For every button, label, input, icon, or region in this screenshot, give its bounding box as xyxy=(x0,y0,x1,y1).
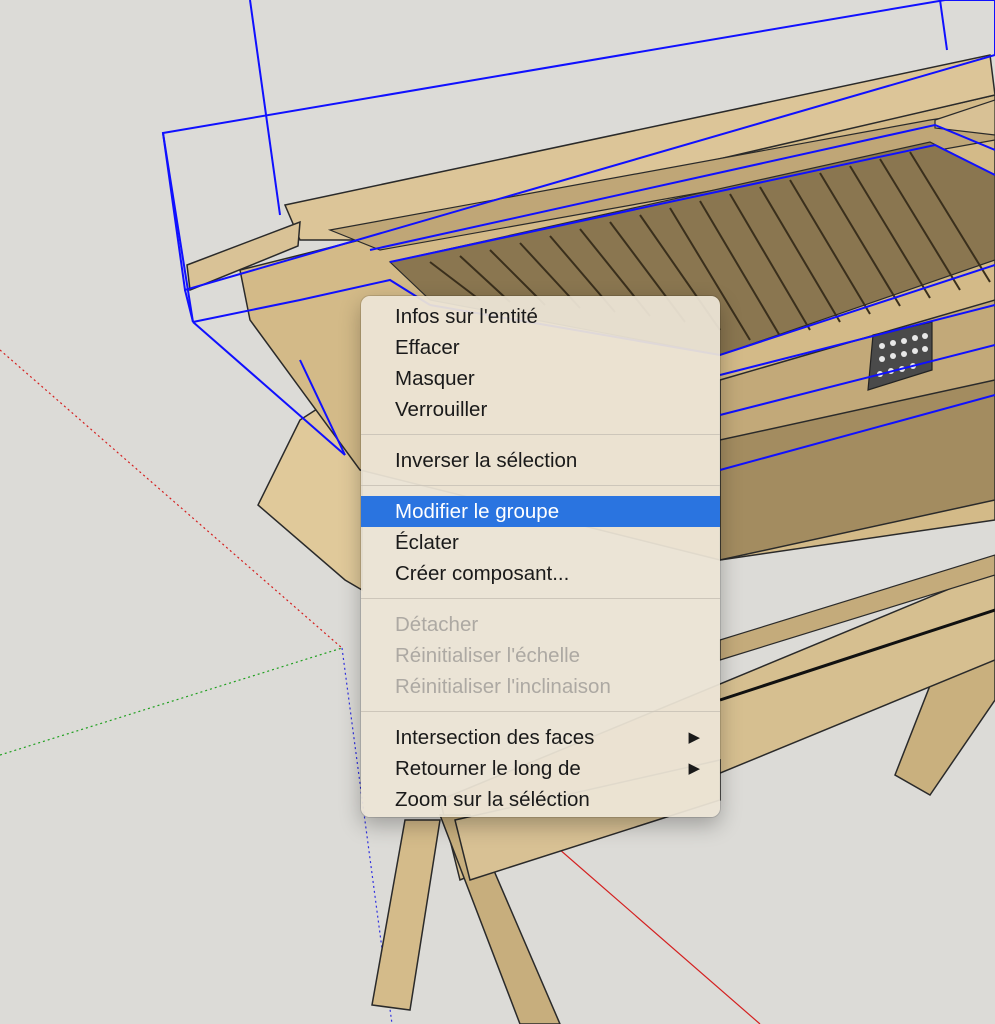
menu-separator xyxy=(361,485,720,486)
menu-item-retourner-le-long-de[interactable]: Retourner le long de ▶ xyxy=(361,753,720,784)
menu-item-label: Verrouiller xyxy=(395,398,488,421)
menu-item-label: Intersection des faces xyxy=(395,726,595,749)
submenu-arrow-icon: ▶ xyxy=(688,760,700,777)
menu-item-reinitialiser-l-echelle: Réinitialiser l'échelle xyxy=(361,640,720,671)
menu-item-label: Effacer xyxy=(395,336,460,359)
menu-item-label: Zoom sur la séléction xyxy=(395,788,590,811)
menu-separator xyxy=(361,711,720,712)
menu-item-modifier-le-groupe[interactable]: Modifier le groupe xyxy=(361,496,720,527)
submenu-arrow-icon: ▶ xyxy=(688,729,700,746)
menu-item-masquer[interactable]: Masquer xyxy=(361,363,720,394)
menu-item-label: Éclater xyxy=(395,531,459,554)
menu-item-label: Inverser la sélection xyxy=(395,449,578,472)
menu-item-effacer[interactable]: Effacer xyxy=(361,332,720,363)
menu-item-infos-sur-l-entite[interactable]: Infos sur l'entité xyxy=(361,301,720,332)
menu-item-label: Réinitialiser l'échelle xyxy=(395,644,581,667)
menu-separator xyxy=(361,434,720,435)
menu-item-label: Modifier le groupe xyxy=(395,500,560,523)
menu-item-label: Retourner le long de xyxy=(395,757,581,780)
menu-item-label: Infos sur l'entité xyxy=(395,305,538,328)
menu-item-label: Créer composant... xyxy=(395,562,570,585)
menu-separator xyxy=(361,598,720,599)
menu-item-label: Détacher xyxy=(395,613,479,636)
context-menu: Infos sur l'entité Effacer Masquer Verrouil… xyxy=(361,296,720,817)
menu-item-verrouiller[interactable]: Verrouiller xyxy=(361,394,720,425)
menu-item-label: Réinitialiser l'inclinaison xyxy=(395,675,611,698)
menu-item-intersection-des-faces[interactable]: Intersection des faces ▶ xyxy=(361,722,720,753)
menu-item-reinitialiser-l-inclinaison: Réinitialiser l'inclinaison xyxy=(361,671,720,702)
menu-item-eclater[interactable]: Éclater xyxy=(361,527,720,558)
menu-item-zoom-sur-la-selection[interactable]: Zoom sur la séléction xyxy=(361,784,720,815)
menu-item-creer-composant[interactable]: Créer composant... xyxy=(361,558,720,589)
front-left-leg xyxy=(371,819,441,1011)
menu-item-inverser-la-selection[interactable]: Inverser la sélection xyxy=(361,445,720,476)
green-axis-dotted xyxy=(0,647,343,756)
menu-item-label: Masquer xyxy=(395,367,475,390)
menu-item-detacher: Détacher xyxy=(361,609,720,640)
